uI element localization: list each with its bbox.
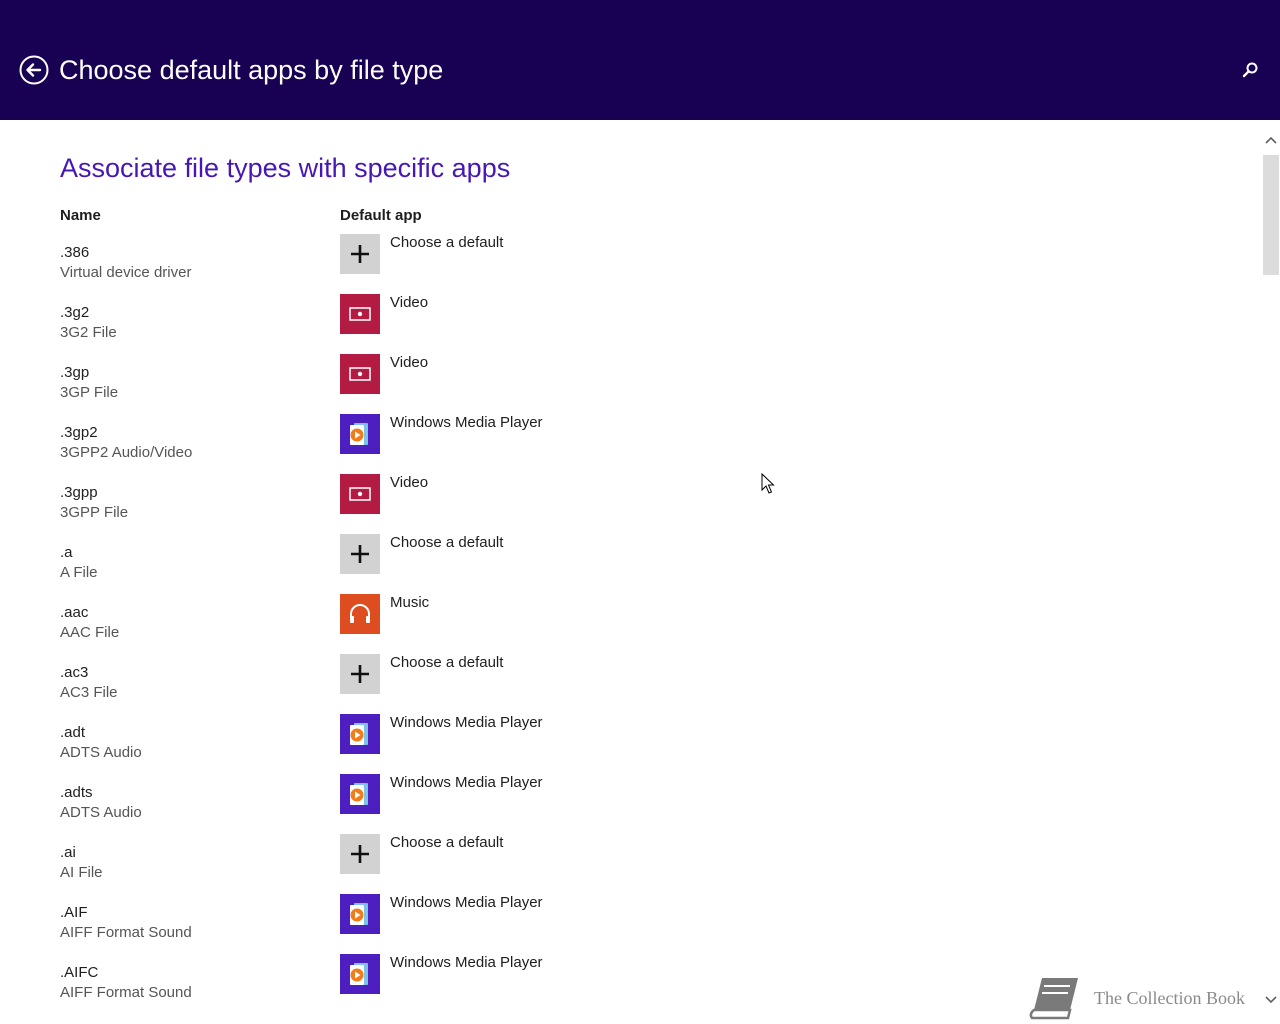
app-tile — [340, 294, 380, 334]
default-app-button[interactable]: Choose a default — [340, 834, 740, 874]
windows-media-player-icon — [350, 963, 368, 985]
column-header-default-app: Default app — [340, 207, 422, 224]
app-tile — [340, 354, 380, 394]
search-icon — [1242, 62, 1258, 78]
vertical-scrollbar[interactable] — [1262, 120, 1280, 1024]
content-area: Associate file types with specific apps … — [0, 120, 1262, 1024]
default-app-button[interactable]: Music — [340, 594, 740, 634]
video-icon — [349, 487, 371, 501]
video-icon — [349, 307, 371, 321]
plus-icon — [351, 665, 369, 683]
video-icon — [349, 367, 371, 381]
default-app-button[interactable]: Video — [340, 354, 740, 394]
file-type-description: AI File — [60, 864, 103, 881]
watermark-text: The Collection Book — [1094, 988, 1245, 1008]
default-app-name: Video — [390, 474, 429, 491]
file-extension: .3gp2 — [60, 424, 98, 441]
default-app-name: Choose a default — [390, 834, 504, 851]
default-app-name: Choose a default — [390, 534, 504, 551]
column-header-name: Name — [60, 207, 101, 224]
file-extension: .a — [60, 544, 73, 561]
windows-media-player-icon — [350, 423, 368, 445]
scroll-thumb[interactable] — [1263, 155, 1279, 275]
default-app-button[interactable]: Choose a default — [340, 654, 740, 694]
file-type-description: AC3 File — [60, 684, 118, 701]
file-extension: .aac — [60, 604, 89, 621]
windows-media-player-icon — [350, 723, 368, 745]
default-app-name: Windows Media Player — [390, 774, 543, 791]
file-type-description: 3GP File — [60, 384, 119, 401]
default-app-button[interactable]: Windows Media Player — [340, 414, 740, 454]
app-tile — [340, 954, 380, 994]
file-extension: .3gpp — [60, 484, 98, 501]
default-app-button[interactable]: Video — [340, 294, 740, 334]
windows-media-player-icon — [350, 783, 368, 805]
file-extension: .3gp — [60, 364, 90, 381]
plus-icon — [351, 245, 369, 263]
file-type-description: AAC File — [60, 624, 120, 641]
app-tile — [340, 474, 380, 514]
default-app-name: Windows Media Player — [390, 954, 543, 971]
file-type-description: ADTS Audio — [60, 804, 142, 821]
back-button[interactable] — [19, 55, 49, 85]
chevron-up-icon — [1265, 136, 1277, 144]
file-type-description: 3G2 File — [60, 324, 117, 341]
default-app-button[interactable]: Windows Media Player — [340, 774, 740, 814]
app-tile — [340, 534, 380, 574]
app-tile — [340, 414, 380, 454]
file-type-description: 3GPP2 Audio/Video — [60, 444, 193, 461]
file-extension: .AIF — [60, 904, 88, 921]
default-app-name: Windows Media Player — [390, 414, 543, 431]
app-tile — [340, 894, 380, 934]
headphones-icon — [350, 604, 370, 623]
plus-icon — [351, 845, 369, 863]
app-tile — [340, 654, 380, 694]
file-extension: .ai — [60, 844, 76, 861]
back-arrow-icon — [19, 55, 49, 85]
file-extension: .adts — [60, 784, 93, 801]
default-app-button[interactable]: Windows Media Player — [340, 954, 740, 994]
default-app-name: Video — [390, 354, 429, 371]
mouse-cursor-icon — [761, 473, 775, 494]
file-extension: .AIFC — [60, 964, 99, 981]
default-app-button[interactable]: Windows Media Player — [340, 894, 740, 934]
app-tile — [340, 714, 380, 754]
file-type-description: Virtual device driver — [60, 264, 192, 281]
section-title: Associate file types with specific apps — [60, 153, 511, 183]
watermark: The Collection Book — [1028, 974, 1268, 1024]
default-app-name: Video — [390, 294, 429, 311]
default-app-name: Windows Media Player — [390, 714, 543, 731]
page-title: Choose default apps by file type — [59, 55, 444, 85]
app-tile — [340, 834, 380, 874]
app-tile — [340, 594, 380, 634]
app-header: Choose default apps by file type — [0, 0, 1280, 120]
scroll-up-button[interactable] — [1262, 132, 1280, 148]
file-extension: .3g2 — [60, 304, 90, 321]
default-app-name: Windows Media Player — [390, 894, 543, 911]
file-extension: .ac3 — [60, 664, 89, 681]
file-type-description: 3GPP File — [60, 504, 129, 521]
file-extension: .386 — [60, 244, 90, 261]
default-app-name: Music — [390, 594, 430, 611]
file-extension: .adt — [60, 724, 86, 741]
default-app-name: Choose a default — [390, 234, 504, 251]
default-app-button[interactable]: Windows Media Player — [340, 714, 740, 754]
file-type-description: A File — [60, 564, 98, 581]
file-type-description: ADTS Audio — [60, 744, 142, 761]
search-button[interactable] — [1240, 60, 1260, 80]
file-type-description: AIFF Format Sound — [60, 924, 192, 941]
app-tile — [340, 234, 380, 274]
default-app-button[interactable]: Video — [340, 474, 740, 514]
file-type-description: AIFF Format Sound — [60, 984, 192, 1001]
windows-media-player-icon — [350, 903, 368, 925]
default-app-button[interactable]: Choose a default — [340, 234, 740, 274]
book-icon — [1029, 978, 1078, 1020]
default-app-name: Choose a default — [390, 654, 504, 671]
default-app-button[interactable]: Choose a default — [340, 534, 740, 574]
plus-icon — [351, 545, 369, 563]
app-tile — [340, 774, 380, 814]
